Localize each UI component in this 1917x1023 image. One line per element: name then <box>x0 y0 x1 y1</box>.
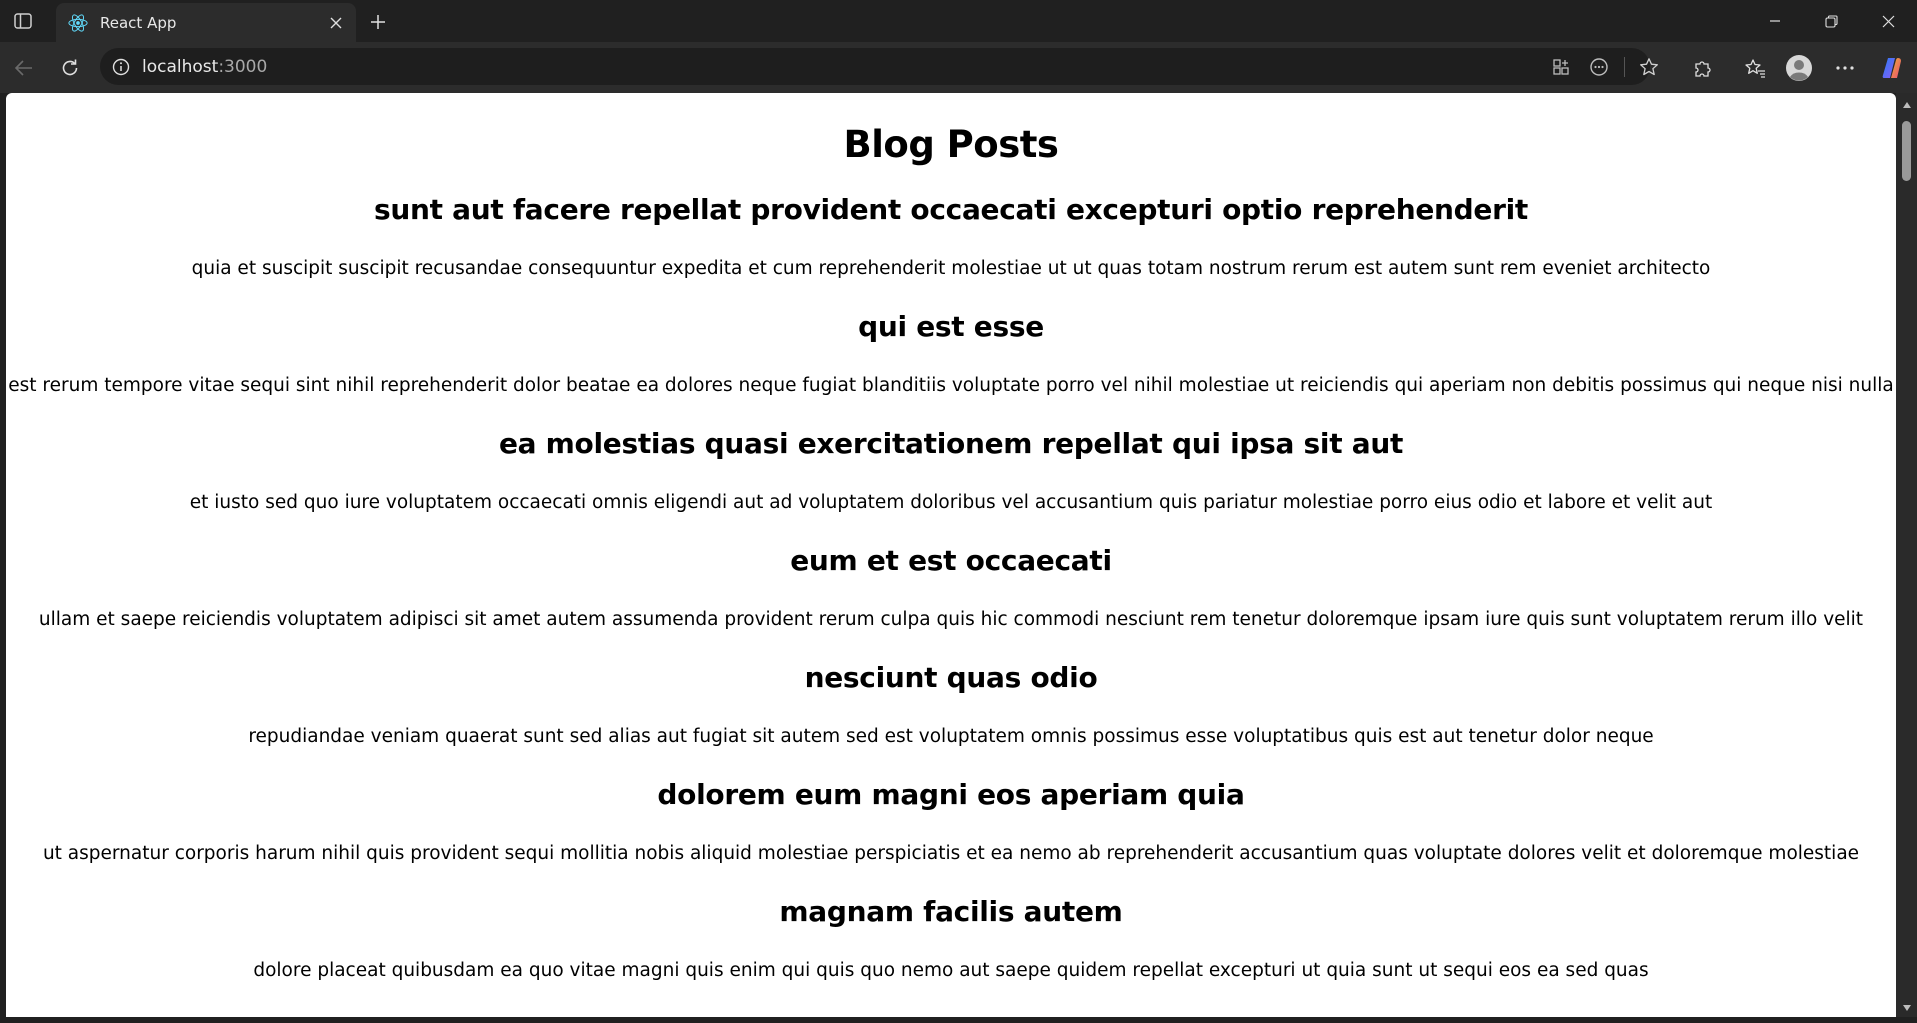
url-host: localhost <box>142 57 219 77</box>
post-item: ea molestias quasi exercitationem repell… <box>6 422 1896 539</box>
post-item: magnam facilis autem dolore placeat quib… <box>6 890 1896 1007</box>
post-body: quia et suscipit suscipit recusandae con… <box>191 258 1711 279</box>
post-title: magnam facilis autem <box>779 895 1123 928</box>
tab-title: React App <box>100 13 177 32</box>
window-close-icon[interactable] <box>1860 0 1917 42</box>
browser-essentials-icon[interactable] <box>1586 54 1612 80</box>
more-icon[interactable] <box>1829 52 1861 84</box>
url-port: :3000 <box>218 57 268 77</box>
star-icon[interactable] <box>1636 54 1662 80</box>
info-icon[interactable] <box>110 56 132 78</box>
post-item: nesciunt quas odio repudiandae veniam qu… <box>6 656 1896 773</box>
scroll-up-arrow-icon[interactable] <box>1901 99 1912 110</box>
tab-strip: React App <box>0 0 1917 42</box>
window-controls <box>1746 0 1917 42</box>
post-body: ut aspernatur corporis harum nihil quis … <box>42 843 1860 864</box>
post-body: et iusto sed quo iure voluptatem occaeca… <box>189 492 1713 513</box>
post-item: qui est esse est rerum tempore vitae seq… <box>6 305 1896 422</box>
favorites-icon[interactable] <box>1739 52 1771 84</box>
post-item: sunt aut facere repellat provident occae… <box>6 188 1896 305</box>
close-icon[interactable] <box>322 9 350 37</box>
profile-icon[interactable] <box>1783 52 1815 84</box>
page-title: Blog Posts <box>843 123 1059 166</box>
post-list: sunt aut facere repellat provident occae… <box>6 188 1896 1007</box>
address-bar[interactable]: localhost:3000 <box>100 48 1658 85</box>
copilot-icon[interactable] <box>1877 52 1909 84</box>
puzzle-icon[interactable] <box>1687 52 1719 84</box>
post-title: dolorem eum magni eos aperiam quia <box>657 778 1245 811</box>
post-item: dolorem eum magni eos aperiam quia ut as… <box>6 773 1896 890</box>
minimize-icon[interactable] <box>1746 0 1803 42</box>
react-logo-icon <box>66 11 90 35</box>
post-title: eum et est occaecati <box>790 544 1112 577</box>
app-available-icon[interactable] <box>1548 54 1574 80</box>
window-bottom-edge <box>0 1017 1917 1023</box>
sidebar-toggle-icon[interactable] <box>10 9 36 33</box>
tab-react-app[interactable]: React App <box>56 3 356 42</box>
browser-toolbar: localhost:3000 <box>0 42 1917 93</box>
page-viewport: Blog Posts sunt aut facere repellat prov… <box>6 93 1896 1017</box>
scrollbar-thumb[interactable] <box>1902 121 1911 181</box>
post-body: est rerum tempore vitae sequi sint nihil… <box>8 375 1894 396</box>
url-text[interactable]: localhost:3000 <box>142 57 267 77</box>
post-item: eum et est occaecati ullam et saepe reic… <box>6 539 1896 656</box>
post-title: ea molestias quasi exercitationem repell… <box>498 427 1404 460</box>
reload-icon[interactable] <box>54 52 86 84</box>
post-body: repudiandae veniam quaerat sunt sed alia… <box>248 726 1654 747</box>
post-body: ullam et saepe reiciendis voluptatem adi… <box>38 609 1864 630</box>
post-title: qui est esse <box>858 310 1044 343</box>
blog-app: Blog Posts sunt aut facere repellat prov… <box>6 123 1896 1007</box>
restore-icon[interactable] <box>1803 0 1860 42</box>
post-title: sunt aut facere repellat provident occae… <box>374 193 1528 226</box>
back-arrow-icon[interactable] <box>8 52 40 84</box>
plus-icon[interactable] <box>364 8 392 36</box>
post-title: nesciunt quas odio <box>804 661 1098 694</box>
post-body: dolore placeat quibusdam ea quo vitae ma… <box>253 960 1649 981</box>
vertical-scrollbar[interactable] <box>1896 93 1917 1017</box>
address-bar-separator <box>1624 57 1625 77</box>
scroll-down-arrow-icon[interactable] <box>1901 1002 1912 1013</box>
